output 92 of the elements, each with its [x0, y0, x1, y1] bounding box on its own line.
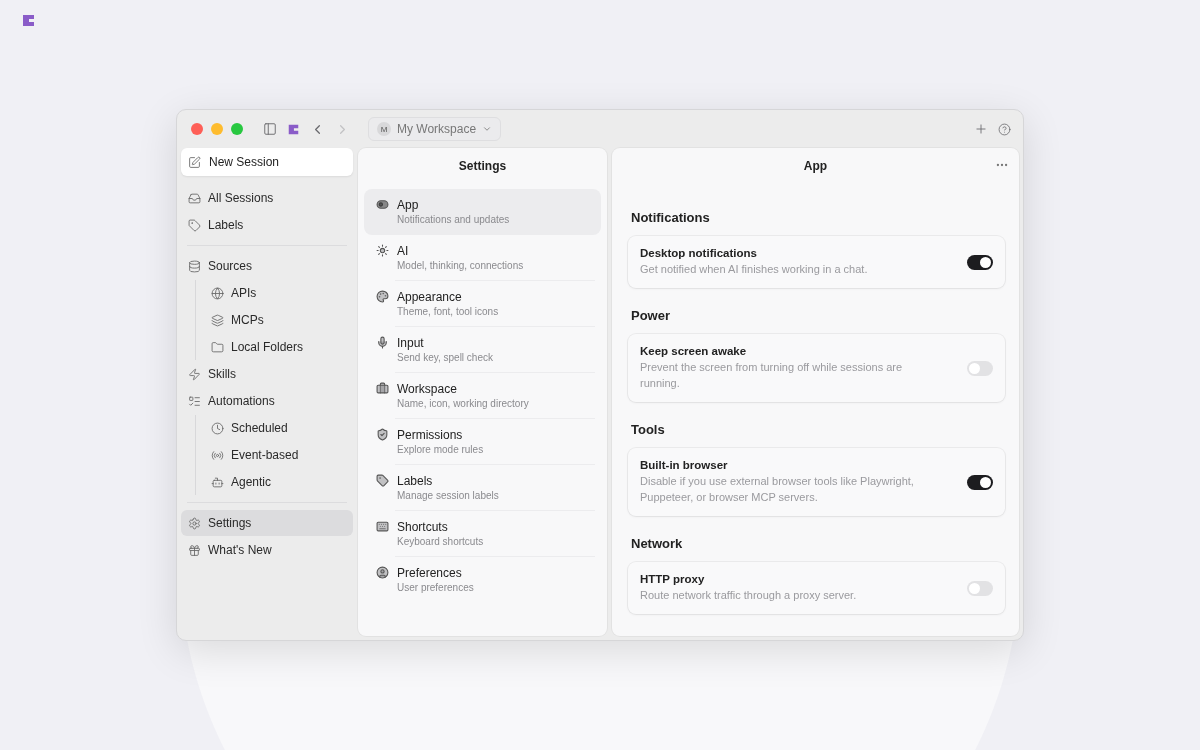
settings-category[interactable]: Shortcuts Keyboard shortcuts [364, 511, 601, 557]
logo-icon [21, 13, 36, 28]
settings-category[interactable]: Labels Manage session labels [364, 465, 601, 511]
settings-category[interactable]: Appearance Theme, font, tool icons [364, 281, 601, 327]
section-heading: Tools [631, 422, 666, 438]
compose-icon [188, 155, 201, 169]
panel-title: App [803, 159, 828, 173]
checklist-icon [188, 394, 201, 408]
category-title: Permissions [397, 428, 464, 442]
user-icon [376, 566, 389, 579]
sidebar-item[interactable]: Settings [181, 510, 353, 536]
sidebar-item[interactable]: Automations [181, 388, 353, 414]
category-title: Appearance [397, 290, 463, 304]
setting-description: Get notified when AI finishes working in a chat. [640, 262, 869, 277]
category-title: Input [397, 336, 425, 350]
setting-description: Prevent the screen from turning off while sessions are running. [640, 360, 904, 391]
settings-category[interactable]: App Notifications and updates [364, 189, 601, 235]
sidebar-item[interactable]: Sources [181, 253, 353, 279]
keyboard-icon [376, 520, 389, 533]
toggle-icon [376, 198, 389, 211]
microphone-icon [376, 336, 389, 349]
settings-category[interactable]: Workspace Name, icon, working directory [364, 373, 601, 419]
help-icon[interactable] [998, 122, 1011, 136]
logo-icon [287, 122, 300, 136]
gift-icon [188, 543, 201, 557]
settings-category[interactable]: AI Model, thinking, connections [364, 235, 601, 281]
sidebar-item[interactable]: Labels [181, 212, 353, 238]
sidebar-item[interactable]: Agentic [204, 469, 353, 495]
tag-icon [188, 218, 201, 232]
robot-icon [211, 475, 224, 489]
category-subtitle: Send key, spell check [397, 352, 493, 363]
toggle-switch[interactable] [967, 474, 993, 490]
lightning-icon [188, 367, 201, 381]
category-subtitle: Theme, font, tool icons [397, 306, 499, 317]
category-subtitle: Manage session labels [397, 490, 499, 501]
section-heading: Network [631, 535, 684, 551]
settings-icon [188, 516, 201, 530]
setting-title: HTTP proxy [640, 572, 706, 585]
panel-title: Settings [458, 159, 507, 173]
toggle-switch[interactable] [967, 254, 993, 270]
toggle-switch[interactable] [967, 360, 993, 376]
category-subtitle: User preferences [397, 582, 474, 593]
settings-category[interactable]: Permissions Explore mode rules [364, 419, 601, 465]
sidebar-item[interactable]: Event-based [204, 442, 353, 468]
database-icon [188, 259, 201, 273]
new-session-button[interactable]: New Session [181, 148, 353, 176]
briefcase-icon [376, 382, 389, 395]
category-subtitle: Model, thinking, connections [397, 260, 524, 271]
category-subtitle: Name, icon, working directory [397, 398, 529, 409]
tag-icon [376, 474, 389, 487]
setting-description: Disable if you use external browser tools like Playwright, Puppeteer, or browser MCP servers. [640, 474, 915, 505]
clock-icon [211, 421, 224, 435]
sidebar-item[interactable]: All Sessions [181, 185, 353, 211]
category-subtitle: Notifications and updates [397, 214, 510, 225]
sidebar-item[interactable]: MCPs [204, 307, 353, 333]
category-title: Workspace [397, 382, 458, 396]
globe-icon [211, 286, 224, 300]
setting-title: Keep screen awake [640, 345, 748, 358]
layers-icon [211, 313, 224, 327]
sidebar-item[interactable]: What's New [181, 537, 353, 563]
folder-icon [211, 340, 224, 354]
category-title: App [397, 198, 420, 212]
palette-icon [376, 290, 389, 303]
category-title: Preferences [397, 566, 463, 580]
sidebar-item[interactable]: Skills [181, 361, 353, 387]
section-heading: Power [631, 308, 671, 324]
add-icon[interactable] [974, 122, 988, 136]
broadcast-icon [211, 448, 224, 462]
sidebar-item[interactable]: Local Folders [204, 334, 353, 360]
category-title: AI [397, 244, 410, 258]
settings-category[interactable]: Input Send key, spell check [364, 327, 601, 373]
close-button[interactable] [191, 123, 203, 135]
settings-category[interactable]: Preferences User preferences [364, 557, 601, 603]
sidebar-item[interactable]: Scheduled [204, 415, 353, 441]
category-subtitle: Keyboard shortcuts [397, 536, 484, 547]
inbox-icon [188, 191, 201, 205]
sidebar-item[interactable]: APIs [204, 280, 353, 306]
sidebar-toggle-icon[interactable] [263, 122, 277, 136]
setting-title: Desktop notifications [640, 247, 758, 259]
setting-title: Built-in browser [640, 459, 729, 472]
chevron-down-icon [482, 124, 493, 134]
category-subtitle: Explore mode rules [397, 444, 484, 455]
shield-icon [376, 428, 389, 441]
toggle-switch[interactable] [967, 580, 993, 596]
sun-icon [376, 244, 389, 257]
category-title: Shortcuts [397, 520, 449, 534]
zoom-button[interactable] [231, 123, 243, 135]
setting-description: Route network traffic through a proxy server. [640, 587, 858, 603]
workspace-selector[interactable]: M My Workspace [368, 117, 502, 141]
minimize-button[interactable] [211, 123, 223, 135]
section-heading: Notifications [631, 210, 711, 225]
category-title: Labels [397, 474, 434, 488]
